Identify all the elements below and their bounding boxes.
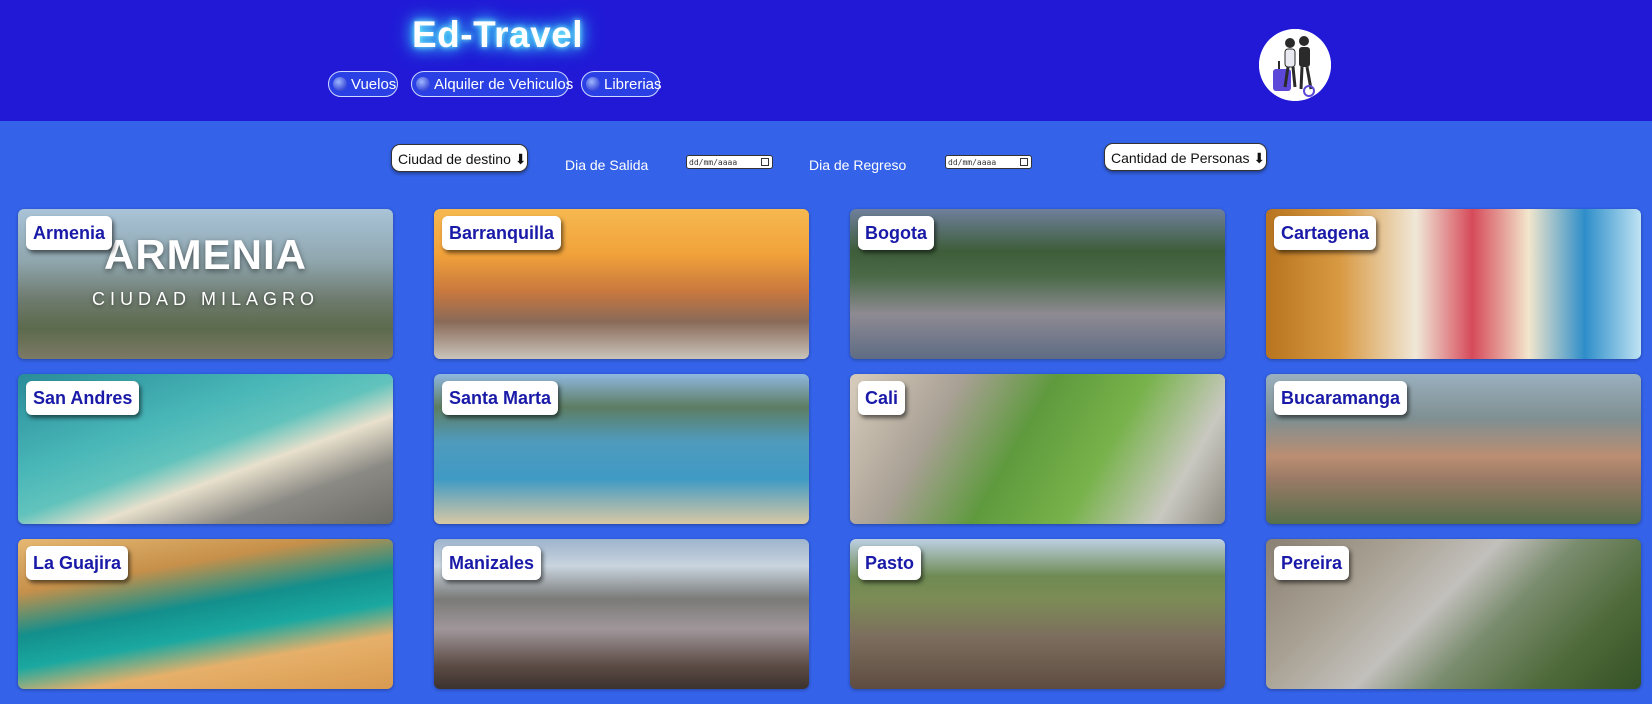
city-label-cartagena: Cartagena	[1274, 216, 1377, 250]
departure-label: Dia de Salida	[565, 157, 649, 173]
nav-vuelos-button[interactable]: Vuelos	[328, 71, 398, 97]
return-label: Dia de Regreso	[809, 157, 907, 173]
calendar-icon	[761, 158, 769, 166]
car-icon	[416, 77, 430, 91]
city-card-bogota[interactable]: Bogota	[850, 209, 1225, 359]
nav-vuelos-label: Vuelos	[351, 76, 397, 93]
city-label-pasto: Pasto	[858, 546, 922, 580]
header-bar: Ed-Travel Vuelos Alquiler de Vehiculos L…	[0, 0, 1652, 121]
city-card-la-guajira[interactable]: La Guajira	[18, 539, 393, 689]
plane-icon	[333, 77, 347, 91]
travelers-icon	[1259, 29, 1331, 101]
city-label-cali: Cali	[858, 381, 906, 415]
city-label-la-guajira: La Guajira	[26, 546, 129, 580]
city-card-bucaramanga[interactable]: Bucaramanga	[1266, 374, 1641, 524]
nav-librerias-label: Librerias	[604, 76, 662, 93]
city-label-barranquilla: Barranquilla	[442, 216, 562, 250]
city-label-pereira: Pereira	[1274, 546, 1350, 580]
people-select[interactable]: Cantidad de Personas ⬇	[1104, 143, 1267, 171]
city-card-armenia[interactable]: ARMENIA CIUDAD MILAGRO Armenia	[18, 209, 393, 359]
calendar-icon	[1020, 158, 1028, 166]
book-icon	[586, 77, 600, 91]
departure-date-value: dd/mm/aaaa	[689, 158, 738, 167]
city-label-bogota: Bogota	[858, 216, 934, 250]
nav-librerias-button[interactable]: Librerias	[581, 71, 662, 97]
return-date-value: dd/mm/aaaa	[948, 158, 997, 167]
departure-date-input[interactable]: dd/mm/aaaa	[686, 155, 773, 169]
nav-alquiler-label: Alquiler de Vehiculos	[434, 76, 574, 93]
city-card-cartagena[interactable]: Cartagena	[1266, 209, 1641, 359]
brand-title[interactable]: Ed-Travel	[412, 14, 583, 56]
city-card-manizales[interactable]: Manizales	[434, 539, 809, 689]
city-card-san-andres[interactable]: San Andres	[18, 374, 393, 524]
armenia-overlay-subtitle: CIUDAD MILAGRO	[91, 289, 320, 309]
city-card-santa-marta[interactable]: Santa Marta	[434, 374, 809, 524]
city-label-bucaramanga: Bucaramanga	[1274, 381, 1408, 415]
city-label-manizales: Manizales	[442, 546, 542, 580]
city-card-barranquilla[interactable]: Barranquilla	[434, 209, 809, 359]
return-date-input[interactable]: dd/mm/aaaa	[945, 155, 1032, 169]
nav-alquiler-button[interactable]: Alquiler de Vehiculos	[411, 71, 573, 97]
city-label-san-andres: San Andres	[26, 381, 140, 415]
city-card-cali[interactable]: Cali	[850, 374, 1225, 524]
travelers-avatar[interactable]	[1259, 29, 1331, 101]
city-label-santa-marta: Santa Marta	[442, 381, 559, 415]
destination-select[interactable]: Ciudad de destino ⬇	[391, 144, 528, 172]
city-card-pereira[interactable]: Pereira	[1266, 539, 1641, 689]
city-card-pasto[interactable]: Pasto	[850, 539, 1225, 689]
cali-photo	[850, 374, 1225, 524]
city-label-armenia: Armenia	[26, 216, 113, 250]
search-filters: Ciudad de destino ⬇ Dia de Salida dd/mm/…	[0, 121, 1652, 201]
